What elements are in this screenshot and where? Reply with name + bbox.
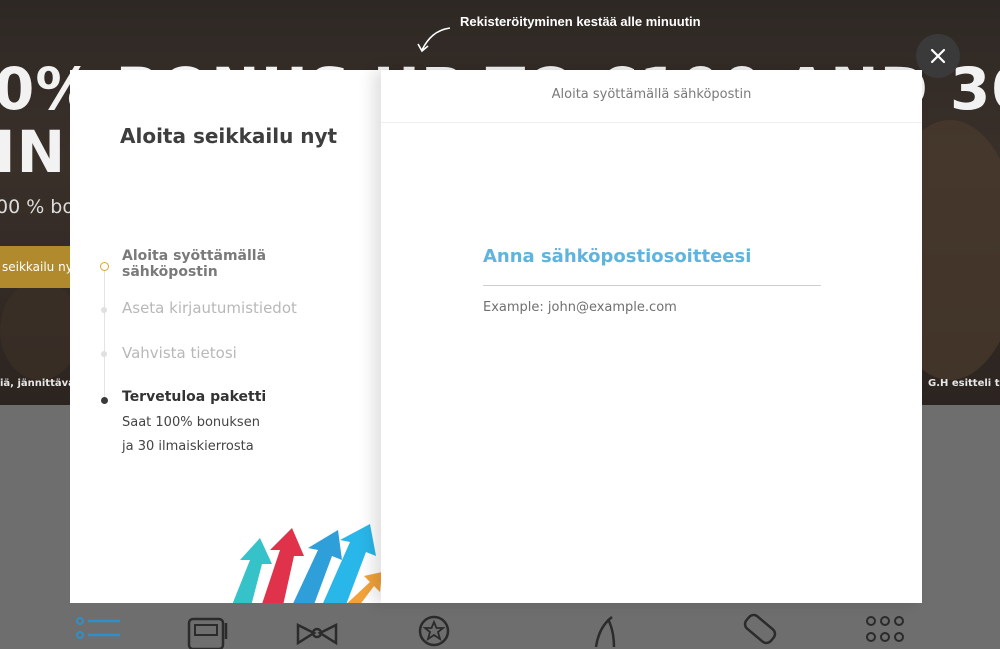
step-3-label: Vahvista tietosi xyxy=(122,344,237,362)
close-icon xyxy=(930,48,946,64)
bottom-nav xyxy=(0,603,1000,649)
bow-tie-icon[interactable] xyxy=(294,613,340,649)
email-example-hint: Example: john@example.com xyxy=(483,300,677,315)
steps-connector xyxy=(104,266,105,400)
close-button[interactable] xyxy=(916,34,960,78)
step-1-label-line1: Aloita syöttämällä xyxy=(122,248,267,264)
step-4-description-line2: ja 30 ilmaiskierrosta xyxy=(122,439,254,454)
cherry-icon[interactable] xyxy=(578,613,624,649)
step-indicator xyxy=(101,307,107,313)
step-indicator-final xyxy=(101,397,108,404)
colorful-arrows-illustration xyxy=(232,524,381,603)
registration-modal: Aloita seikkailu nyt Aloita syöttämällä … xyxy=(70,70,922,603)
grid-dots-icon[interactable] xyxy=(864,613,910,649)
step-indicator xyxy=(101,351,107,357)
step-1-label: Aloita syöttämällä sähköpostin xyxy=(122,248,266,280)
steps-title: Aloita seikkailu nyt xyxy=(120,124,338,148)
ticket-icon[interactable] xyxy=(738,613,784,649)
registration-hint: Rekisteröityminen kestää alle minuutin xyxy=(460,14,701,29)
curved-arrow-icon xyxy=(417,27,451,53)
list-icon[interactable] xyxy=(76,613,122,649)
step-indicator-active xyxy=(100,262,109,271)
email-field-label: Anna sähköpostiosoitteesi xyxy=(483,246,752,267)
step-4-description: Saat 100% bonuksen xyxy=(122,415,260,430)
step-1-label-line2: sähköpostin xyxy=(122,264,218,280)
star-badge-icon[interactable] xyxy=(414,613,460,649)
email-step-panel: Aloita syöttämällä sähköpostin Anna sähk… xyxy=(381,70,922,603)
hero-subline: 00 % bo xyxy=(0,196,74,218)
hero-footnote-right: G.H esitteli tait xyxy=(928,378,1000,389)
step-4-label: Tervetuloa paketti xyxy=(122,389,267,405)
step-2-label: Aseta kirjautumistiedot xyxy=(122,299,297,317)
hero-cta-button[interactable]: seikkailu nyt xyxy=(0,246,70,288)
steps-panel: Aloita seikkailu nyt Aloita syöttämällä … xyxy=(70,70,381,603)
step-header: Aloita syöttämällä sähköpostin xyxy=(381,70,922,123)
hero-decoration xyxy=(0,280,80,380)
slot-machine-icon[interactable] xyxy=(186,613,232,649)
